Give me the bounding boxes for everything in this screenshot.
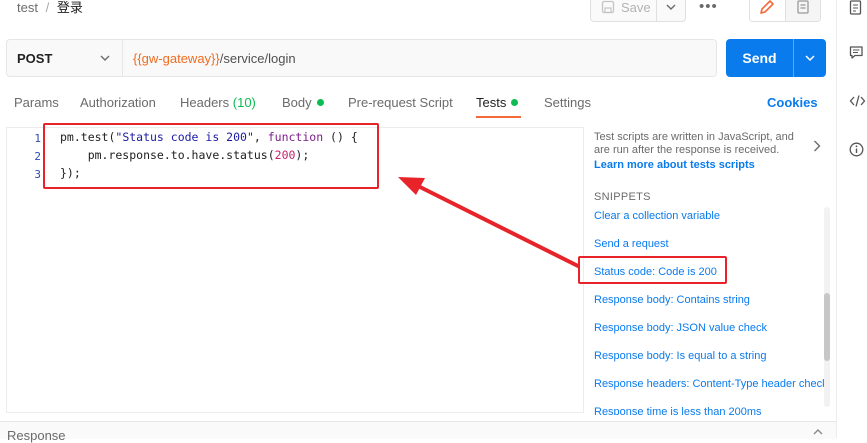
chevron-up-icon[interactable]	[813, 429, 823, 435]
response-panel-header[interactable]	[0, 421, 836, 439]
response-label: Response	[7, 428, 66, 443]
annotation-arrow	[398, 177, 580, 268]
